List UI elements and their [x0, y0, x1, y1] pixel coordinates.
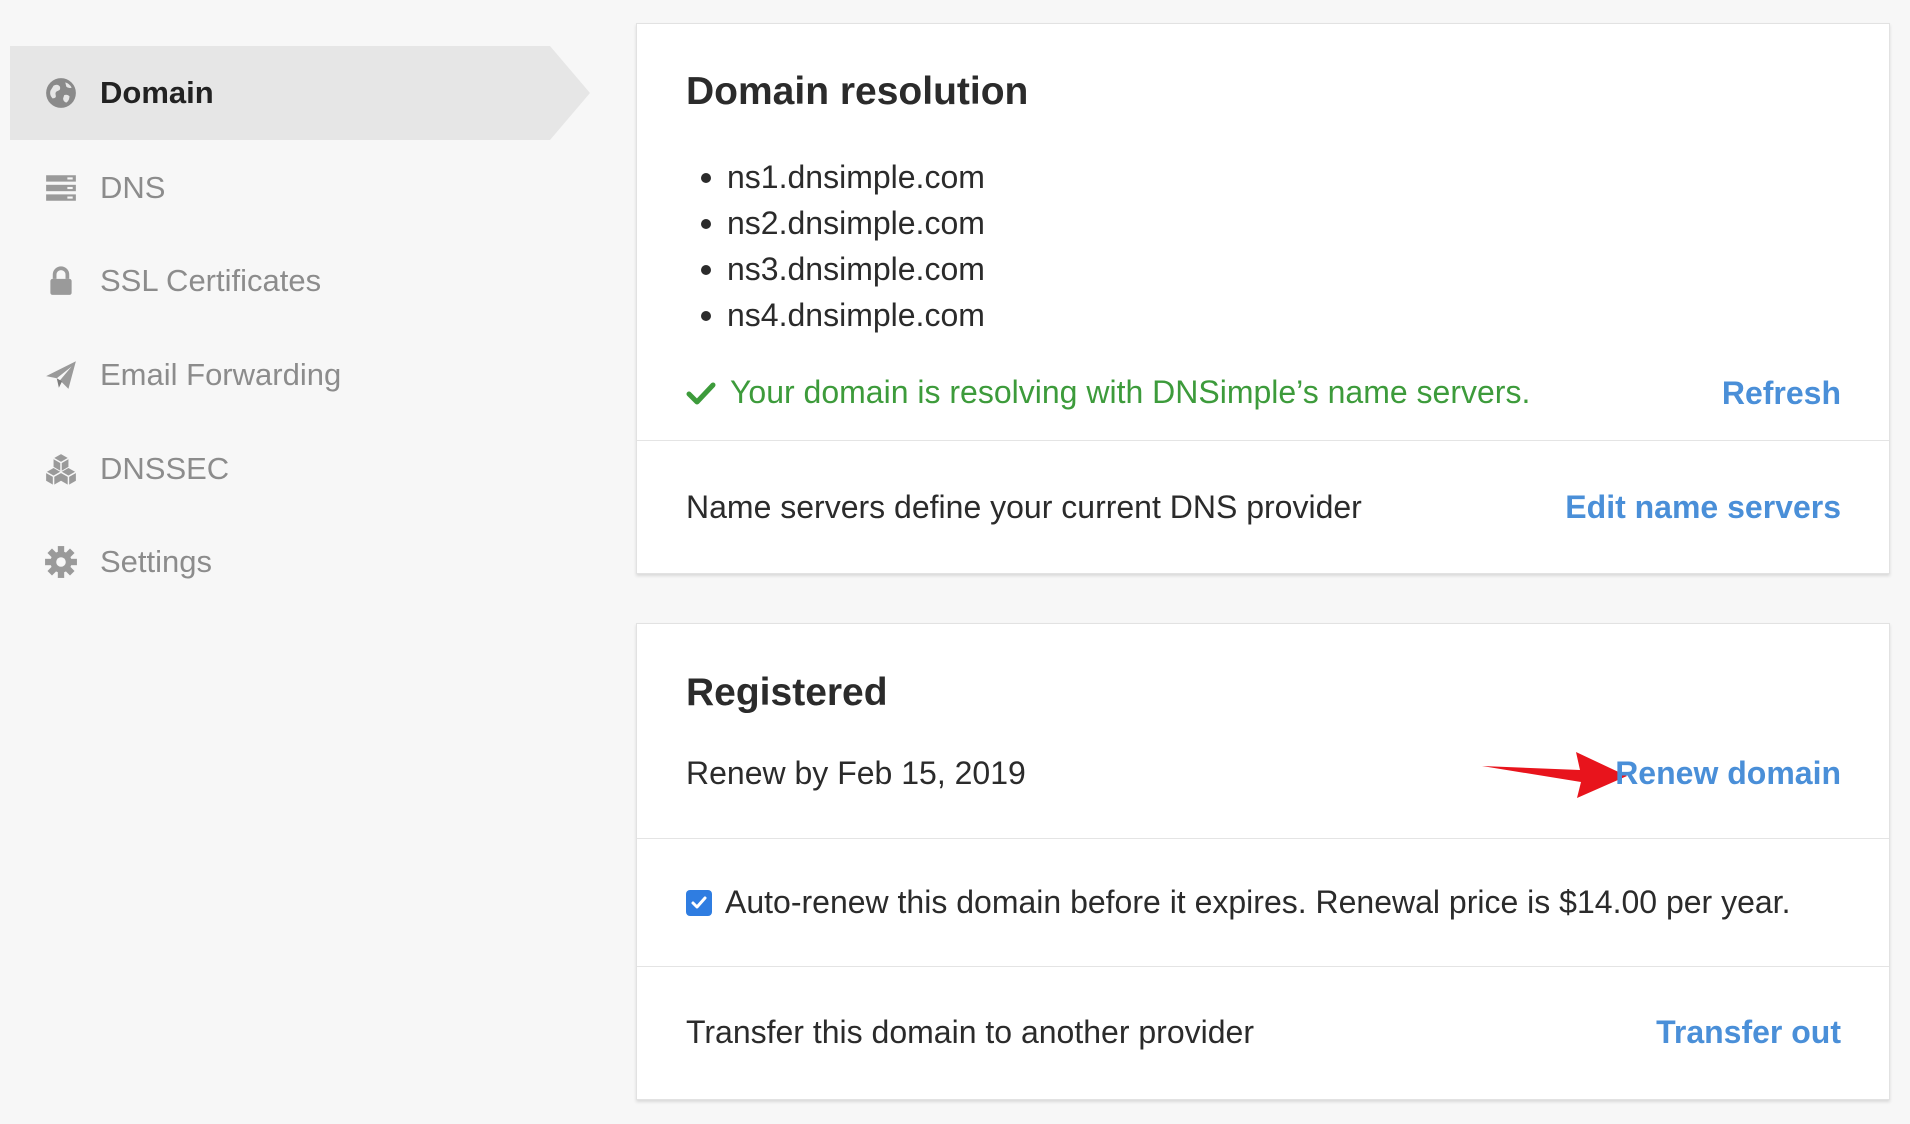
- sidebar-item-label: DNSSEC: [100, 451, 230, 486]
- sidebar-item-label: Domain: [100, 75, 214, 110]
- sidebar-item-email-forwarding[interactable]: Email Forwarding: [10, 328, 550, 422]
- globe-icon: [42, 74, 80, 112]
- checkbox-check-icon: [691, 896, 707, 909]
- divider: [637, 966, 1889, 967]
- sidebar-item-dnssec[interactable]: DNSSEC: [10, 422, 550, 516]
- paper-plane-icon: [42, 356, 80, 394]
- transfer-out-link[interactable]: Transfer out: [1656, 1014, 1841, 1051]
- domain-resolution-card: Domain resolution ns1.dnsimple.com ns2.d…: [636, 23, 1890, 574]
- name-server-list: ns1.dnsimple.com ns2.dnsimple.com ns3.dn…: [701, 154, 985, 338]
- sidebar-item-label: DNS: [100, 170, 166, 205]
- divider: [637, 440, 1889, 441]
- gear-icon: [42, 543, 80, 581]
- divider: [637, 838, 1889, 839]
- app-root: Domain DNS SSL Certificates Email Forwar…: [0, 0, 1910, 1124]
- annotation-arrow-icon: [1482, 752, 1627, 798]
- cubes-icon: [42, 450, 80, 488]
- list-item: ns1.dnsimple.com: [701, 154, 985, 200]
- auto-renew-checkbox[interactable]: [686, 890, 712, 916]
- sidebar-item-ssl-certificates[interactable]: SSL Certificates: [10, 234, 550, 328]
- transfer-text: Transfer this domain to another provider: [686, 1014, 1254, 1050]
- auto-renew-label: Auto-renew this domain before it expires…: [725, 884, 1791, 920]
- sidebar-item-dns[interactable]: DNS: [10, 141, 550, 235]
- provider-text: Name servers define your current DNS pro…: [686, 489, 1362, 525]
- lock-icon: [42, 262, 80, 300]
- sidebar: Domain DNS SSL Certificates Email Forwar…: [0, 0, 600, 1124]
- sidebar-item-label: Email Forwarding: [100, 357, 342, 392]
- registered-card: Registered Renew by Feb 15, 2019 Renew d…: [636, 623, 1890, 1100]
- card-title: Registered: [686, 671, 888, 714]
- edit-name-servers-link[interactable]: Edit name servers: [1565, 489, 1841, 526]
- status-text: Your domain is resolving with DNSimple’s…: [730, 374, 1531, 410]
- renew-domain-link[interactable]: Renew domain: [1615, 755, 1841, 792]
- sidebar-item-label: SSL Certificates: [100, 263, 322, 298]
- renew-by-text: Renew by Feb 15, 2019: [686, 755, 1026, 791]
- resolution-status: Your domain is resolving with DNSimple’s…: [686, 374, 1530, 411]
- checkmark-icon: [686, 378, 716, 408]
- list-item: ns2.dnsimple.com: [701, 200, 985, 246]
- server-icon: [42, 169, 80, 207]
- refresh-link[interactable]: Refresh: [1722, 375, 1841, 412]
- sidebar-item-settings[interactable]: Settings: [10, 515, 550, 609]
- list-item: ns4.dnsimple.com: [701, 292, 985, 338]
- card-title: Domain resolution: [686, 70, 1029, 113]
- sidebar-item-label: Settings: [100, 544, 213, 579]
- list-item: ns3.dnsimple.com: [701, 246, 985, 292]
- sidebar-item-domain[interactable]: Domain: [10, 46, 590, 140]
